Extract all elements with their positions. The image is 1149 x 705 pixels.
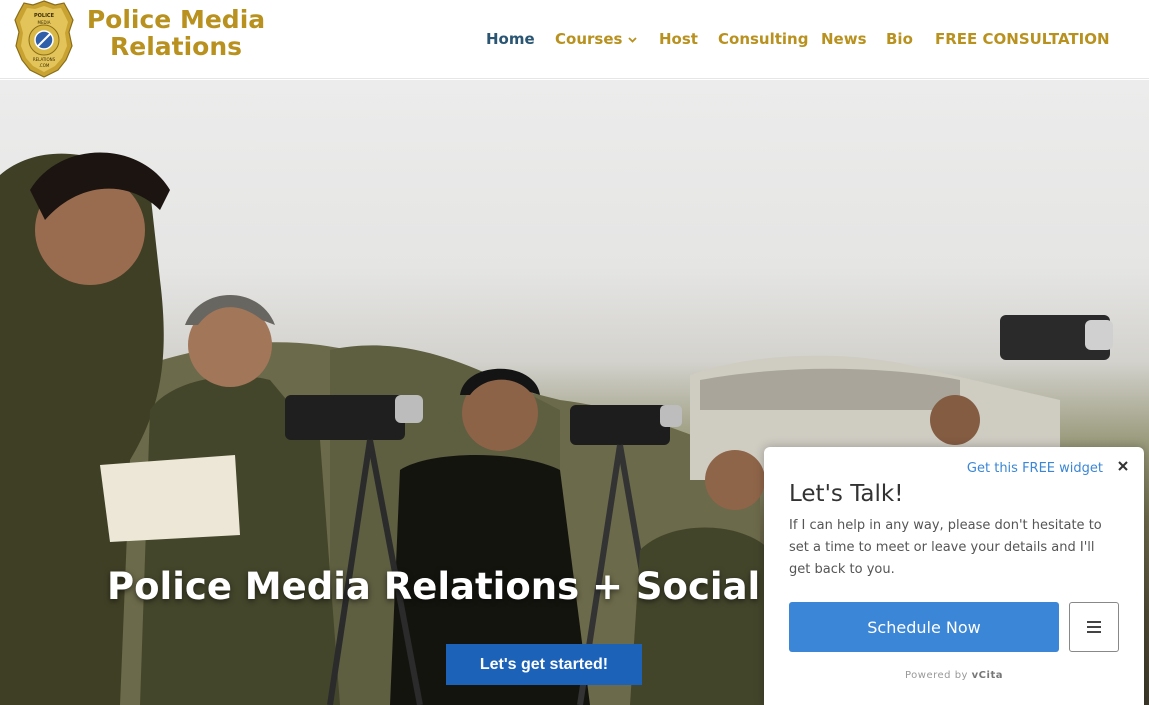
- nav-courses[interactable]: Courses: [555, 30, 638, 48]
- nav-bio[interactable]: Bio: [886, 30, 913, 48]
- powered-by-vcita[interactable]: Powered by vCita: [764, 670, 1144, 681]
- badge-text-relations: RELATIONS: [33, 57, 56, 62]
- widget-title: Let's Talk!: [789, 481, 904, 507]
- badge-text-com: .COM: [39, 63, 50, 68]
- nav-news[interactable]: News: [821, 30, 867, 48]
- powered-by-label: Powered by: [905, 670, 968, 681]
- hamburger-menu-icon: [1087, 621, 1101, 633]
- chevron-down-icon: [628, 36, 638, 43]
- site-header: POLICE MEDIA RELATIONS .COM Police Media…: [0, 0, 1149, 79]
- police-badge-logo[interactable]: POLICE MEDIA RELATIONS .COM: [14, 0, 74, 78]
- get-free-widget-link[interactable]: Get this FREE widget: [967, 461, 1103, 476]
- widget-description: If I can help in any way, please don't h…: [789, 518, 1102, 577]
- badge-text-media: MEDIA: [38, 20, 51, 25]
- nav-host[interactable]: Host: [659, 30, 698, 48]
- nav-courses-label: Courses: [555, 30, 623, 48]
- nav-free-consultation[interactable]: FREE CONSULTATION: [935, 30, 1110, 48]
- nav-consulting[interactable]: Consulting: [718, 30, 808, 48]
- vcita-brand: vCita: [971, 670, 1003, 681]
- widget-menu-button[interactable]: [1069, 602, 1119, 652]
- vcita-chat-widget: Get this FREE widget Let's Talk! If I ca…: [764, 447, 1144, 705]
- lets-get-started-button[interactable]: Let's get started!: [446, 644, 642, 685]
- schedule-now-button[interactable]: Schedule Now: [789, 602, 1059, 652]
- badge-text-top: POLICE: [34, 13, 55, 19]
- hero-title: Police Media Relations + Social Me: [107, 565, 836, 608]
- site-logo-text[interactable]: Police Media Relations: [86, 6, 266, 60]
- logo-line-1: Police Media: [86, 5, 266, 34]
- close-icon[interactable]: [1116, 459, 1130, 473]
- logo-line-2: Relations: [109, 32, 243, 61]
- nav-home[interactable]: Home: [486, 30, 535, 48]
